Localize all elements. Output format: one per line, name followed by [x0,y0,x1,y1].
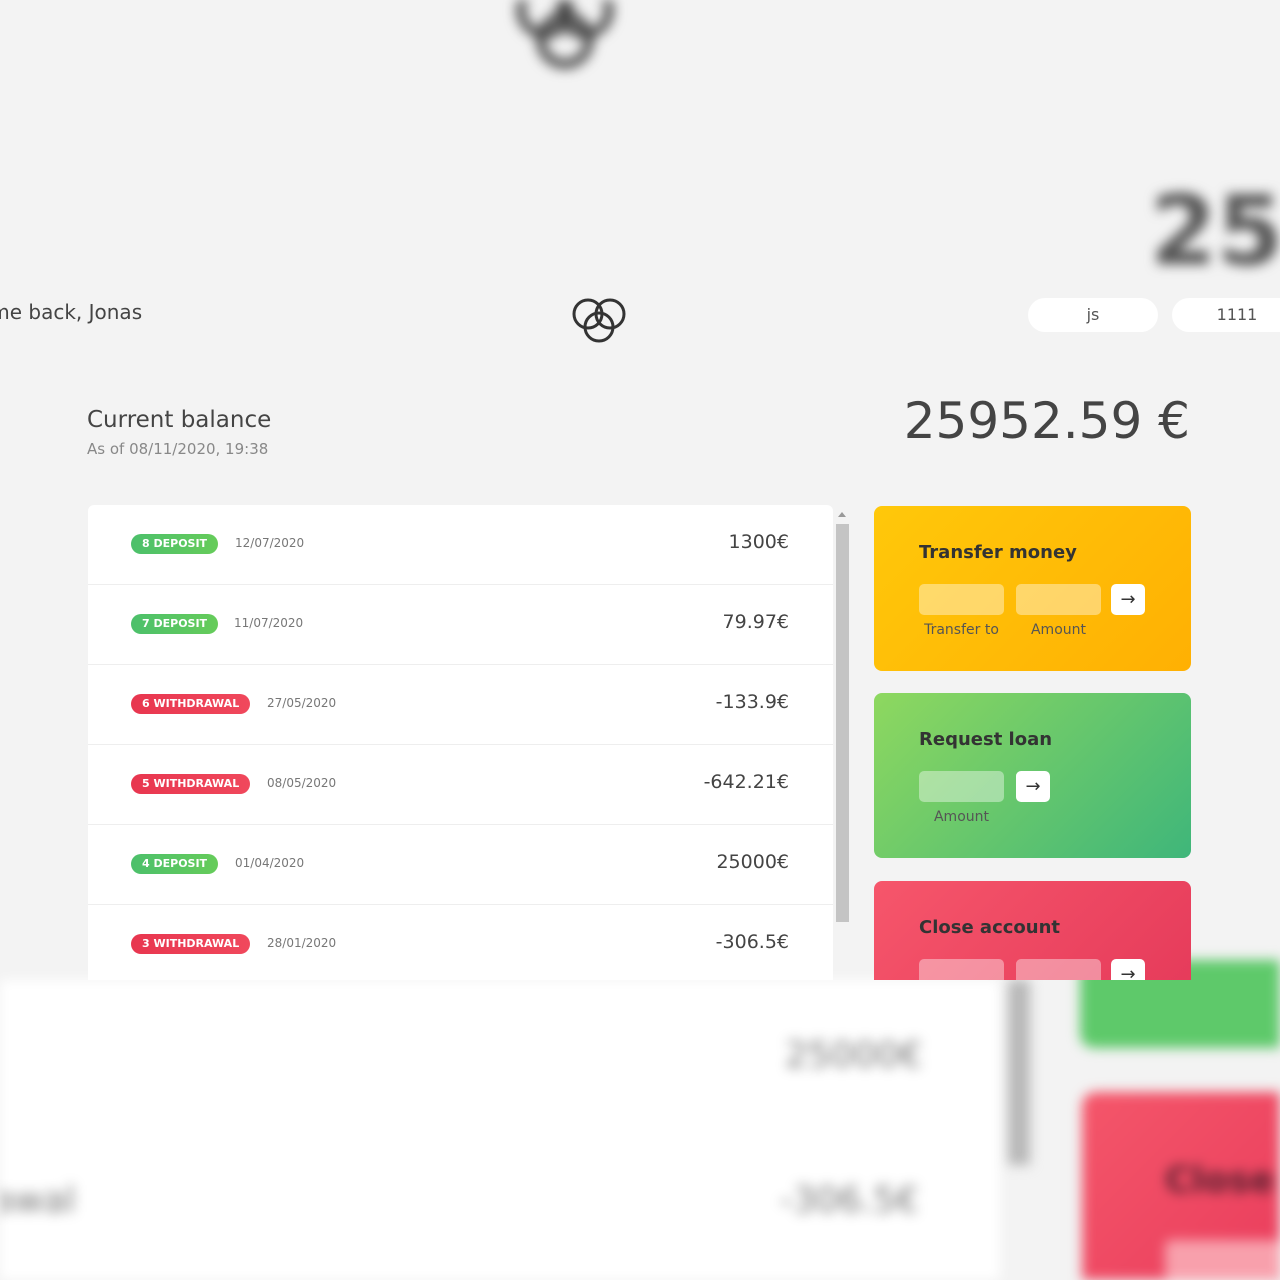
blurred-close-title: Close a [1165,1160,1280,1201]
blurred-value: -306.5€ [780,1180,919,1221]
close-submit-button[interactable]: → [1111,959,1145,980]
transfer-title: Transfer money [919,542,1077,563]
movement-row: 4 DEPOSIT 01/04/2020 25000€ [88,825,833,905]
blurred-type-fragment: awal [0,1180,76,1221]
movement-date: 01/04/2020 [235,856,305,870]
movement-value: 79.97€ [722,611,789,633]
movement-type-badge: 4 DEPOSIT [131,854,219,874]
close-account-title: Close account [919,917,1061,938]
movement-row: 7 DEPOSIT 11/07/2020 79.97€ [88,585,833,665]
blurred-movements-panel: awal 25000€ -306.5€ [0,980,1000,1280]
movements-list[interactable]: 8 DEPOSIT 12/07/2020 1300€ 7 DEPOSIT 11/… [88,505,833,980]
movement-type-badge: 7 DEPOSIT [131,614,219,634]
movement-type-badge: 5 WITHDRAWAL [131,774,251,794]
movement-value: 1300€ [728,531,789,553]
close-user-input[interactable] [919,959,1004,980]
transfer-amount-label: Amount [1030,622,1086,638]
loan-title: Request loan [919,729,1053,750]
loan-submit-button[interactable]: → [1016,771,1050,802]
movement-row: 3 WITHDRAWAL 28/01/2020 -306.5€ [88,905,833,980]
movement-type-badge: 8 DEPOSIT [131,534,219,554]
loan-amount-input[interactable] [919,771,1004,802]
movement-date: 28/01/2020 [267,936,337,950]
blurred-value: 25000€ [785,1035,923,1076]
movement-value: -133.9€ [715,691,789,713]
movement-row: 5 WITHDRAWAL 08/05/2020 -642.21€ [88,745,833,825]
transfer-amount-input[interactable] [1016,584,1101,615]
movement-date: 08/05/2020 [267,776,337,790]
movement-date: 12/07/2020 [235,536,305,550]
movement-type-badge: 3 WITHDRAWAL [131,934,251,954]
movement-type-badge: 6 WITHDRAWAL [131,694,251,714]
transfer-to-label: Transfer to [924,622,999,638]
movement-value: 25000€ [716,851,789,873]
loan-amount-label: Amount [933,809,989,825]
bankist-logo-icon [572,298,626,343]
movement-row: 6 WITHDRAWAL 27/05/2020 -133.9€ [88,665,833,745]
movement-date: 11/07/2020 [234,616,304,630]
movement-value: -306.5€ [715,931,789,953]
balance-label: Current balance [87,407,272,433]
movement-value: -642.21€ [703,771,789,793]
close-pin-input[interactable] [1016,959,1101,980]
balance-value: 25952.59 € [903,392,1190,450]
movement-row: 8 DEPOSIT 12/07/2020 1300€ [88,505,833,585]
welcome-message: ome back, Jonas [0,300,143,324]
screenshot-stage: 259 awal 25000€ -306.5€ Close a ome back… [0,0,1280,1280]
movement-date: 27/05/2020 [267,696,337,710]
transfer-submit-button[interactable]: → [1111,584,1145,615]
movements-scrollbar[interactable] [835,508,849,980]
scroll-thumb[interactable] [836,524,849,922]
balance-date: As of 08/11/2020, 19:38 [87,440,269,458]
blurred-close-input [1165,1240,1280,1280]
bank-app: ome back, Jonas js 1111 Current balance … [0,0,1280,980]
loan-card: Request loan → Amount [874,693,1191,858]
blurred-scrollbar [1008,980,1030,1165]
close-account-card: Close account → [874,881,1191,980]
login-pin-input[interactable]: 1111 [1172,298,1280,332]
scroll-up-arrow-icon[interactable] [838,512,846,517]
transfer-to-input[interactable] [919,584,1004,615]
transfer-card: Transfer money → Transfer to Amount [874,506,1191,671]
login-user-input[interactable]: js [1028,298,1158,332]
